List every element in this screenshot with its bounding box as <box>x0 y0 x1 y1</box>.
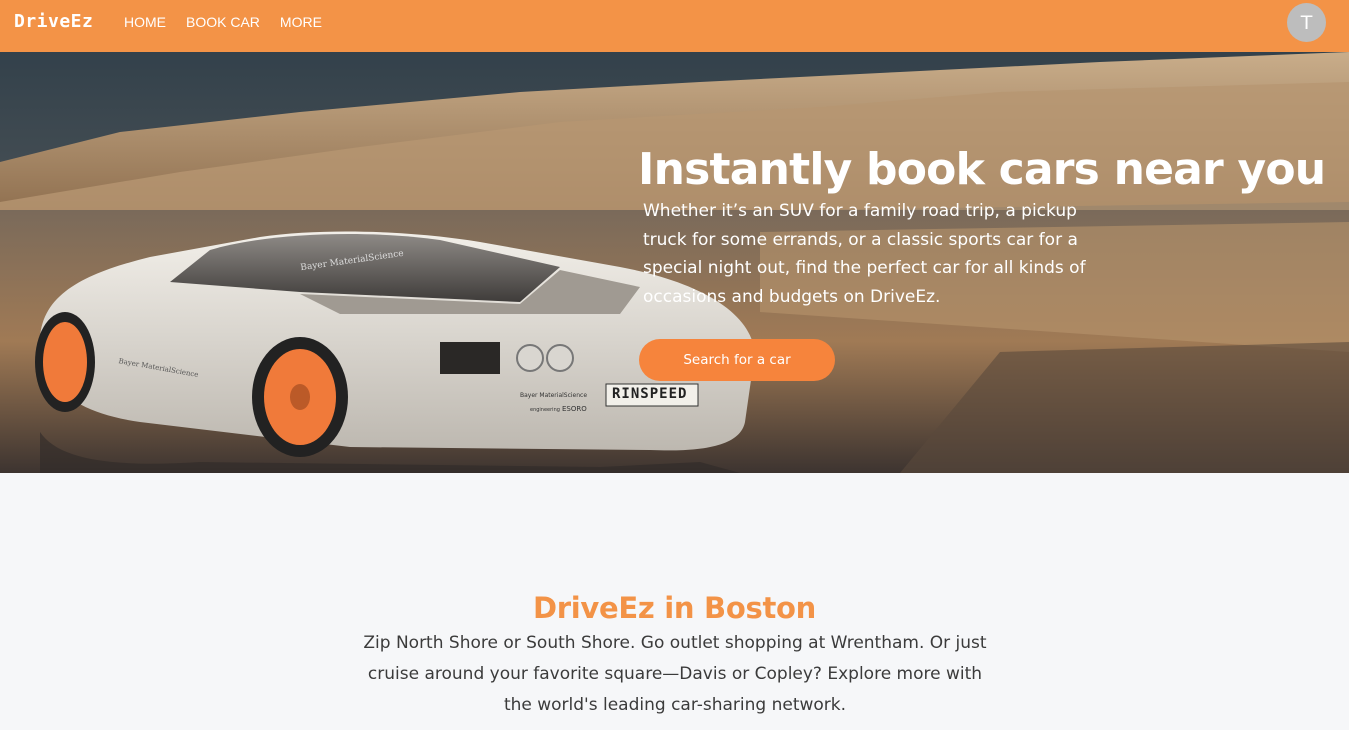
user-avatar-icon[interactable]: T <box>1287 3 1326 42</box>
search-car-button[interactable]: Search for a car <box>639 339 835 381</box>
nav-link-home[interactable]: HOME <box>124 14 166 30</box>
section-title: DriveEz in Boston <box>533 591 816 625</box>
nav-link-book-car[interactable]: BOOK CAR <box>186 14 260 30</box>
hero-description: Whether it’s an SUV for a family road tr… <box>643 201 1086 307</box>
brand-logo[interactable]: DriveEz <box>14 11 93 32</box>
nav-link-more[interactable]: MORE <box>280 14 322 30</box>
car-rear-small-text: engineering <box>530 407 560 413</box>
avatar-initial: T <box>1300 11 1313 34</box>
hero-section: RINSPEED Bayer MaterialScience Bayer Mat… <box>0 52 1349 473</box>
hero-title: Instantly book cars near you <box>638 144 1326 195</box>
car-rear-brand: ESORO <box>562 405 587 413</box>
nav-links: HOME BOOK CAR MORE <box>124 14 342 30</box>
top-navbar: DriveEz HOME BOOK CAR MORE T <box>0 0 1349 52</box>
section-description: Zip North Shore or South Shore. Go outle… <box>363 633 987 715</box>
car-plate: RINSPEED <box>612 386 688 402</box>
city-section: DriveEz in Boston Zip North Shore or Sou… <box>0 473 1349 730</box>
car-rear-logo: Bayer MaterialScience <box>520 392 588 399</box>
